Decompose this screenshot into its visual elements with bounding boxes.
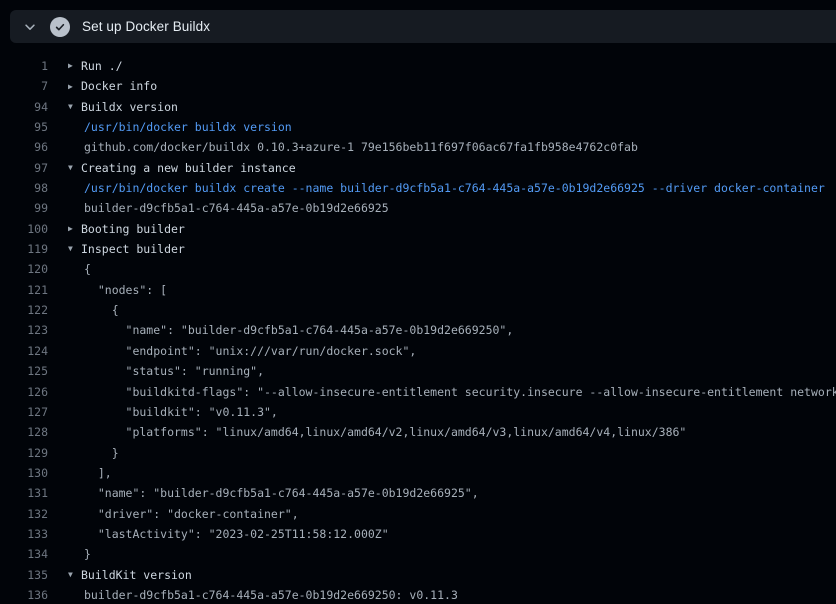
- line-number[interactable]: 98: [0, 178, 48, 198]
- line-number[interactable]: 133: [0, 524, 48, 544]
- group-arrow-expanded-icon[interactable]: ▼: [68, 97, 81, 117]
- log-line: 100 ▶Booting builder: [0, 219, 836, 239]
- log-line-text: builder-d9cfb5a1-c764-445a-a57e-0b19d2e6…: [84, 588, 458, 602]
- line-number[interactable]: 123: [0, 320, 48, 340]
- log-line: 95 /usr/bin/docker buildx version: [0, 117, 836, 137]
- log-line: 125 "status": "running",: [0, 361, 836, 381]
- log-line: 129 }: [0, 443, 836, 463]
- log-line-text: "driver": "docker-container",: [84, 507, 299, 521]
- log-line-text: "buildkitd-flags": "--allow-insecure-ent…: [84, 385, 836, 399]
- log-line: 136 builder-d9cfb5a1-c764-445a-a57e-0b19…: [0, 585, 836, 604]
- log-line: 97 ▼Creating a new builder instance: [0, 158, 836, 178]
- log-line-text: }: [84, 446, 119, 460]
- log-line-text: /usr/bin/docker buildx create --name bui…: [84, 181, 825, 195]
- line-number[interactable]: 135: [0, 565, 48, 585]
- line-number[interactable]: 97: [0, 158, 48, 178]
- log-line: 134 }: [0, 544, 836, 564]
- log-line-text: "buildkit": "v0.11.3",: [84, 405, 278, 419]
- log-line-text[interactable]: BuildKit version: [81, 568, 192, 582]
- log-line: 124 "endpoint": "unix:///var/run/docker.…: [0, 341, 836, 361]
- line-number[interactable]: 1: [0, 56, 48, 76]
- log-line: 7 ▶Docker info: [0, 76, 836, 96]
- log-line-text[interactable]: Run ./: [81, 59, 123, 73]
- log-line: 132 "driver": "docker-container",: [0, 504, 836, 524]
- log-line: 133 "lastActivity": "2023-02-25T11:58:12…: [0, 524, 836, 544]
- log-line: 130 ],: [0, 463, 836, 483]
- log-line-text[interactable]: Creating a new builder instance: [81, 161, 296, 175]
- log-line: 128 "platforms": "linux/amd64,linux/amd6…: [0, 422, 836, 442]
- line-number[interactable]: 94: [0, 97, 48, 117]
- log-line: 99 builder-d9cfb5a1-c764-445a-a57e-0b19d…: [0, 198, 836, 218]
- chevron-down-icon[interactable]: [22, 19, 38, 35]
- line-number[interactable]: 99: [0, 198, 48, 218]
- log-line: 123 "name": "builder-d9cfb5a1-c764-445a-…: [0, 320, 836, 340]
- log-line-text: "lastActivity": "2023-02-25T11:58:12.000…: [84, 527, 389, 541]
- line-number[interactable]: 128: [0, 422, 48, 442]
- log-line: 135 ▼BuildKit version: [0, 565, 836, 585]
- line-number[interactable]: 120: [0, 259, 48, 279]
- log-line: 126 "buildkitd-flags": "--allow-insecure…: [0, 382, 836, 402]
- log-line-text: github.com/docker/buildx 0.10.3+azure-1 …: [84, 140, 638, 154]
- line-number[interactable]: 121: [0, 280, 48, 300]
- line-number[interactable]: 127: [0, 402, 48, 422]
- line-number[interactable]: 7: [0, 76, 48, 96]
- line-number[interactable]: 134: [0, 544, 48, 564]
- log-line-text: "platforms": "linux/amd64,linux/amd64/v2…: [84, 425, 686, 439]
- log-line-text: "endpoint": "unix:///var/run/docker.sock…: [84, 344, 416, 358]
- log-line: 121 "nodes": [: [0, 280, 836, 300]
- line-number[interactable]: 95: [0, 117, 48, 137]
- group-arrow-collapsed-icon[interactable]: ▶: [68, 219, 81, 239]
- line-number[interactable]: 100: [0, 219, 48, 239]
- log-line: 122 {: [0, 300, 836, 320]
- group-arrow-collapsed-icon[interactable]: ▶: [68, 56, 81, 76]
- step-title: Set up Docker Buildx: [82, 19, 210, 34]
- log-line-text: /usr/bin/docker buildx version: [84, 120, 292, 134]
- log-line-text: ],: [84, 466, 112, 480]
- log-line: 98 /usr/bin/docker buildx create --name …: [0, 178, 836, 198]
- line-number[interactable]: 124: [0, 341, 48, 361]
- log-viewer: 1 ▶Run ./ 7 ▶Docker info 94 ▼Buildx vers…: [0, 43, 836, 604]
- group-arrow-expanded-icon[interactable]: ▼: [68, 158, 81, 178]
- log-line-text: "nodes": [: [84, 283, 167, 297]
- log-line-text[interactable]: Booting builder: [81, 222, 185, 236]
- log-line: 96 github.com/docker/buildx 0.10.3+azure…: [0, 137, 836, 157]
- log-line: 120 {: [0, 259, 836, 279]
- log-line: 131 "name": "builder-d9cfb5a1-c764-445a-…: [0, 483, 836, 503]
- log-line-text: "name": "builder-d9cfb5a1-c764-445a-a57e…: [84, 486, 479, 500]
- line-number[interactable]: 131: [0, 483, 48, 503]
- step-header[interactable]: Set up Docker Buildx: [10, 10, 836, 43]
- log-line-text[interactable]: Inspect builder: [81, 242, 185, 256]
- line-number[interactable]: 122: [0, 300, 48, 320]
- log-line-text: builder-d9cfb5a1-c764-445a-a57e-0b19d2e6…: [84, 201, 389, 215]
- group-arrow-expanded-icon[interactable]: ▼: [68, 239, 81, 259]
- log-line-text[interactable]: Buildx version: [81, 100, 178, 114]
- log-line: 127 "buildkit": "v0.11.3",: [0, 402, 836, 422]
- log-line-text: }: [84, 547, 91, 561]
- group-arrow-expanded-icon[interactable]: ▼: [68, 565, 81, 585]
- line-number[interactable]: 96: [0, 137, 48, 157]
- line-number[interactable]: 129: [0, 443, 48, 463]
- log-line-text: "name": "builder-d9cfb5a1-c764-445a-a57e…: [84, 323, 513, 337]
- log-line-text: "status": "running",: [84, 364, 264, 378]
- log-line-text: {: [84, 303, 119, 317]
- line-number[interactable]: 130: [0, 463, 48, 483]
- log-line: 94 ▼Buildx version: [0, 97, 836, 117]
- line-number[interactable]: 126: [0, 382, 48, 402]
- group-arrow-collapsed-icon[interactable]: ▶: [68, 77, 81, 97]
- check-circle-icon: [50, 17, 70, 37]
- log-line: 119 ▼Inspect builder: [0, 239, 836, 259]
- log-line-text[interactable]: Docker info: [81, 79, 157, 93]
- log-line: 1 ▶Run ./: [0, 56, 836, 76]
- line-number[interactable]: 125: [0, 361, 48, 381]
- line-number[interactable]: 136: [0, 585, 48, 604]
- line-number[interactable]: 119: [0, 239, 48, 259]
- line-number[interactable]: 132: [0, 504, 48, 524]
- log-line-text: {: [84, 262, 91, 276]
